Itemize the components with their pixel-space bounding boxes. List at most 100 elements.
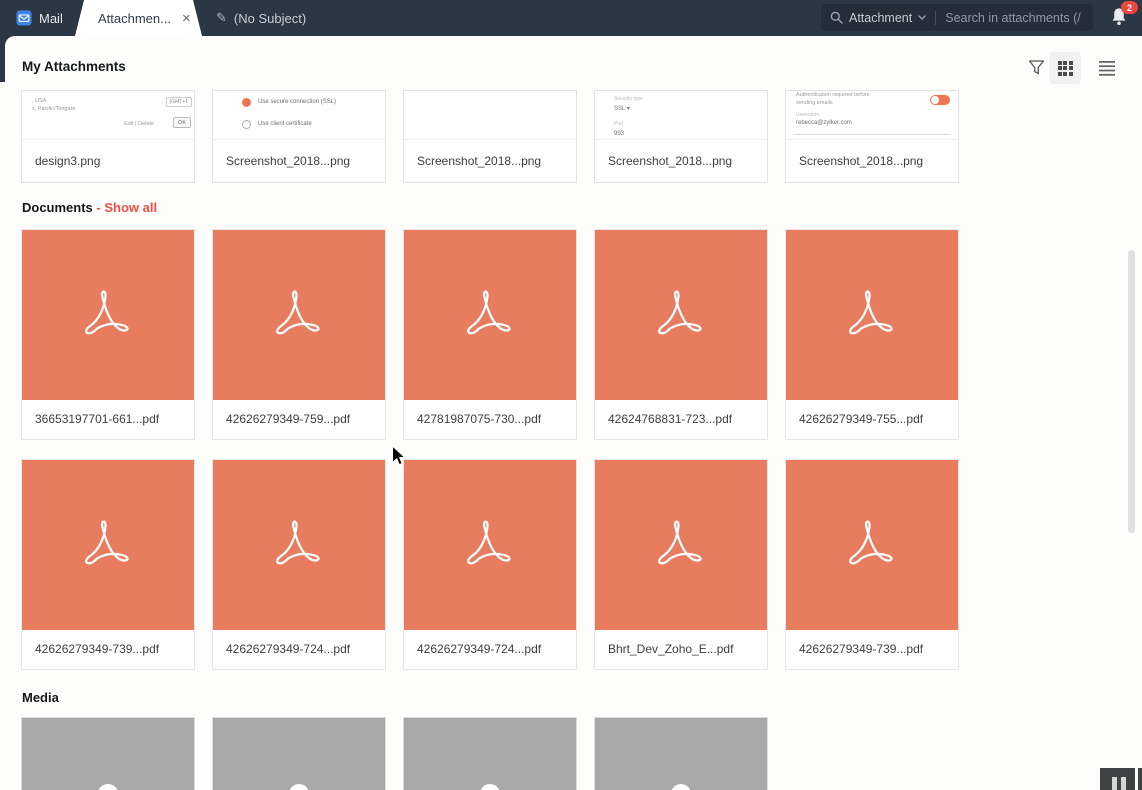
pause-button[interactable] [1100, 768, 1135, 790]
attachment-card-media[interactable] [594, 717, 768, 790]
media-section-title: Media [22, 690, 59, 705]
list-view-button[interactable] [1095, 57, 1119, 79]
tab-no-subject[interactable]: ✎ (No Subject) [216, 0, 306, 36]
attachment-card-image[interactable]: Use secure connection (SSL) Use client c… [212, 90, 386, 183]
images-row: , USA s, Pacific/Tongata (GMT+1 Edit | D… [21, 90, 959, 183]
preview-text: Port [614, 121, 623, 127]
show-all-link[interactable]: - Show all [96, 200, 157, 215]
pdf-acrobat-icon [268, 514, 330, 576]
radio-off-icon [242, 120, 251, 129]
tab-mail-label: Mail [39, 11, 63, 26]
attachment-card-pdf[interactable]: Bhrt_Dev_Zoho_E...pdf [594, 459, 768, 670]
play-circle-icon [480, 784, 500, 790]
pdf-acrobat-icon [459, 284, 521, 346]
attachment-card-pdf[interactable]: 42626279349-739...pdf [21, 459, 195, 670]
pdf-thumbnail [786, 460, 958, 630]
pdf-acrobat-icon [268, 284, 330, 346]
grid-view-button[interactable] [1049, 52, 1081, 84]
attachment-card-media[interactable] [21, 717, 195, 790]
file-name: 42626279349-724...pdf [404, 630, 576, 669]
preview-text: sending emails [796, 100, 833, 106]
mail-icon [16, 10, 32, 26]
file-name: 42624768831-723...pdf [595, 400, 767, 439]
filter-button[interactable] [1024, 55, 1048, 81]
pdf-thumbnail [404, 230, 576, 400]
preview-text: Username [796, 112, 819, 118]
pdf-thumbnail [404, 460, 576, 630]
image-thumbnail: , USA s, Pacific/Tongata (GMT+1 Edit | D… [22, 91, 194, 140]
pdf-acrobat-icon [459, 514, 521, 576]
preview-text: Edit | Delete [124, 121, 154, 127]
preview-text: rebecca@zylker.com [796, 120, 852, 126]
documents-section-title: Documents [22, 200, 93, 215]
play-circle-icon [98, 784, 118, 790]
attachment-card-pdf[interactable]: 42626279349-724...pdf [212, 459, 386, 670]
image-thumbnail: Use secure connection (SSL) Use client c… [213, 91, 385, 140]
pause-button-edge [1138, 768, 1142, 790]
attachment-card-pdf[interactable]: 42626279349-739...pdf [785, 459, 959, 670]
close-icon[interactable]: × [182, 11, 191, 26]
pause-icon [1112, 777, 1117, 790]
search-scope-dropdown[interactable]: Attachment [849, 11, 912, 25]
chevron-down-icon [918, 15, 926, 20]
documents-row-1: 36653197701-661...pdf 42626279349-759...… [21, 229, 959, 440]
search-icon [830, 11, 843, 24]
tab-attachments-label: Attachmen... [98, 11, 171, 26]
attachment-card-media[interactable] [403, 717, 577, 790]
pause-icon [1121, 777, 1126, 790]
image-thumbnail [404, 91, 576, 140]
attachment-card-pdf[interactable]: 42626279349-724...pdf [403, 459, 577, 670]
preview-text: SSL ▾ [614, 105, 630, 112]
image-thumbnail: Authentication required before sending e… [786, 91, 958, 140]
play-circle-icon [289, 784, 309, 790]
vertical-scrollbar-thumb[interactable] [1128, 250, 1135, 533]
preview-button: OK [173, 117, 191, 128]
tab-mail[interactable]: Mail [16, 0, 63, 36]
media-row [21, 717, 768, 790]
preview-divider [794, 134, 950, 135]
attachment-card-image[interactable]: Screenshot_2018...png [403, 90, 577, 183]
file-name: 42626279349-724...pdf [213, 630, 385, 669]
file-name: design3.png [22, 140, 194, 182]
attachment-card-pdf[interactable]: 42781987075-730...pdf [403, 229, 577, 440]
search-bar[interactable]: Attachment Search in attachments (/ [821, 4, 1093, 31]
pdf-acrobat-icon [77, 514, 139, 576]
pdf-thumbnail [786, 230, 958, 400]
pdf-thumbnail [595, 230, 767, 400]
grid-view-icon [1058, 61, 1073, 76]
attachment-card-pdf[interactable]: 42626279349-759...pdf [212, 229, 386, 440]
radio-on-icon [242, 98, 251, 107]
attachment-card-pdf[interactable]: 42624768831-723...pdf [594, 229, 768, 440]
file-name: 42626279349-759...pdf [213, 400, 385, 439]
file-name: 42781987075-730...pdf [404, 400, 576, 439]
media-section-header: Media [22, 690, 59, 705]
preview-text: , USA [32, 98, 46, 104]
preview-text: Use secure connection (SSL) [258, 99, 336, 105]
attachment-card-media[interactable] [212, 717, 386, 790]
tab-attachments-active[interactable]: Attachmen... × [75, 0, 202, 36]
tab-no-subject-label: (No Subject) [234, 11, 306, 26]
attachment-card-pdf[interactable]: 42626279349-755...pdf [785, 229, 959, 440]
file-name: Bhrt_Dev_Zoho_E...pdf [595, 630, 767, 669]
attachment-card-pdf[interactable]: 36653197701-661...pdf [21, 229, 195, 440]
file-name: Screenshot_2018...png [213, 140, 385, 182]
preview-text: Use client certificate [258, 121, 312, 127]
list-view-icon [1099, 61, 1115, 76]
pdf-thumbnail [213, 230, 385, 400]
preview-badge: (GMT+1 [166, 97, 192, 107]
file-name: 36653197701-661...pdf [22, 400, 194, 439]
documents-section-header: Documents - Show all [22, 200, 157, 215]
search-divider [935, 11, 936, 25]
pdf-acrobat-icon [650, 284, 712, 346]
notification-badge: 2 [1121, 1, 1138, 14]
page-title: My Attachments [22, 59, 126, 74]
pdf-thumbnail [22, 230, 194, 400]
file-name: 42626279349-739...pdf [22, 630, 194, 669]
attachment-card-image[interactable]: , USA s, Pacific/Tongata (GMT+1 Edit | D… [21, 90, 195, 183]
top-tab-bar: Mail Attachmen... × ✎ (No Subject) Attac… [0, 0, 1142, 36]
search-input[interactable]: Search in attachments (/ [945, 11, 1080, 25]
preview-text: 993 [614, 131, 624, 137]
pdf-acrobat-icon [841, 284, 903, 346]
attachment-card-image[interactable]: Authentication required before sending e… [785, 90, 959, 183]
attachment-card-image[interactable]: Security type SSL ▾ Port 993 Screenshot_… [594, 90, 768, 183]
